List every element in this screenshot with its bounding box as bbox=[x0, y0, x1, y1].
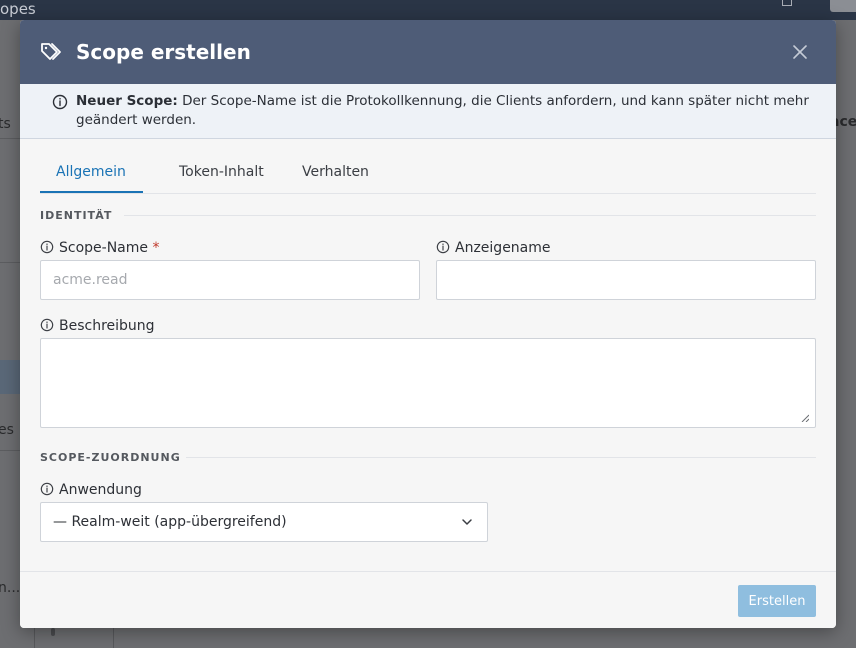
background-column bbox=[34, 628, 114, 648]
description-textarea[interactable] bbox=[40, 338, 816, 428]
info-icon bbox=[40, 318, 54, 332]
close-icon[interactable] bbox=[790, 42, 810, 62]
scope-name-label-text: Scope-Name bbox=[59, 240, 149, 256]
tab-bar: Allgemein Token-Inhalt Verhalten bbox=[40, 158, 816, 194]
notice-text: Neuer Scope: Der Scope-Name ist die Prot… bbox=[76, 92, 816, 130]
background-panel bbox=[0, 360, 20, 394]
background-dot bbox=[51, 628, 55, 636]
application-label: Anwendung bbox=[40, 481, 142, 499]
section-identity: IDENTITÄT bbox=[40, 209, 113, 222]
section-scope-assignment: SCOPE-ZUORDNUNG bbox=[40, 451, 181, 464]
application-label-text: Anwendung bbox=[59, 482, 142, 498]
tab-allgemein[interactable]: Allgemein bbox=[56, 164, 126, 180]
background-divider bbox=[0, 138, 20, 139]
dialog-footer: Erstellen bbox=[20, 571, 836, 628]
create-scope-dialog: Scope erstellen Neuer Scope: Der Scope-N… bbox=[20, 20, 836, 628]
tab-token-inhalt[interactable]: Token-Inhalt bbox=[179, 164, 264, 180]
background-text: ts bbox=[0, 116, 11, 132]
scope-name-label: Scope-Name * bbox=[40, 239, 159, 257]
tab-verhalten[interactable]: Verhalten bbox=[302, 164, 369, 180]
chevron-down-icon bbox=[462, 519, 472, 525]
application-select[interactable]: — Realm-weit (app-übergreifend) bbox=[40, 502, 488, 542]
display-name-label-text: Anzeigename bbox=[455, 240, 551, 256]
background-icon bbox=[782, 0, 792, 6]
info-icon bbox=[52, 94, 68, 110]
dialog-header: Scope erstellen bbox=[20, 20, 836, 84]
display-name-label: Anzeigename bbox=[436, 239, 551, 257]
background-text: es bbox=[0, 422, 14, 438]
info-icon bbox=[436, 240, 450, 254]
info-icon bbox=[40, 482, 54, 496]
background-divider bbox=[0, 450, 20, 451]
display-name-input[interactable] bbox=[436, 260, 816, 300]
section-divider bbox=[186, 457, 816, 458]
background-divider bbox=[0, 262, 20, 263]
resize-grip-icon[interactable] bbox=[801, 414, 809, 422]
background-button bbox=[830, 0, 856, 12]
background-topbar: opes bbox=[0, 0, 856, 20]
scope-name-input[interactable] bbox=[40, 260, 420, 300]
dialog-title: Scope erstellen bbox=[76, 40, 251, 64]
description-label: Beschreibung bbox=[40, 317, 155, 335]
notice-label: Neuer Scope: bbox=[76, 93, 178, 109]
background-title: opes bbox=[0, 0, 36, 18]
background-text: n... bbox=[0, 580, 21, 596]
create-button[interactable]: Erstellen bbox=[738, 585, 816, 617]
tag-icon bbox=[41, 43, 61, 60]
section-divider bbox=[124, 215, 816, 216]
notice-body: Der Scope-Name ist die Protokollkennung,… bbox=[76, 93, 809, 128]
info-notice: Neuer Scope: Der Scope-Name ist die Prot… bbox=[20, 84, 836, 139]
info-icon bbox=[40, 240, 54, 254]
application-selected-value: — Realm-weit (app-übergreifend) bbox=[53, 514, 287, 530]
description-label-text: Beschreibung bbox=[59, 318, 155, 334]
active-tab-indicator bbox=[40, 191, 143, 193]
required-marker: * bbox=[152, 240, 160, 256]
